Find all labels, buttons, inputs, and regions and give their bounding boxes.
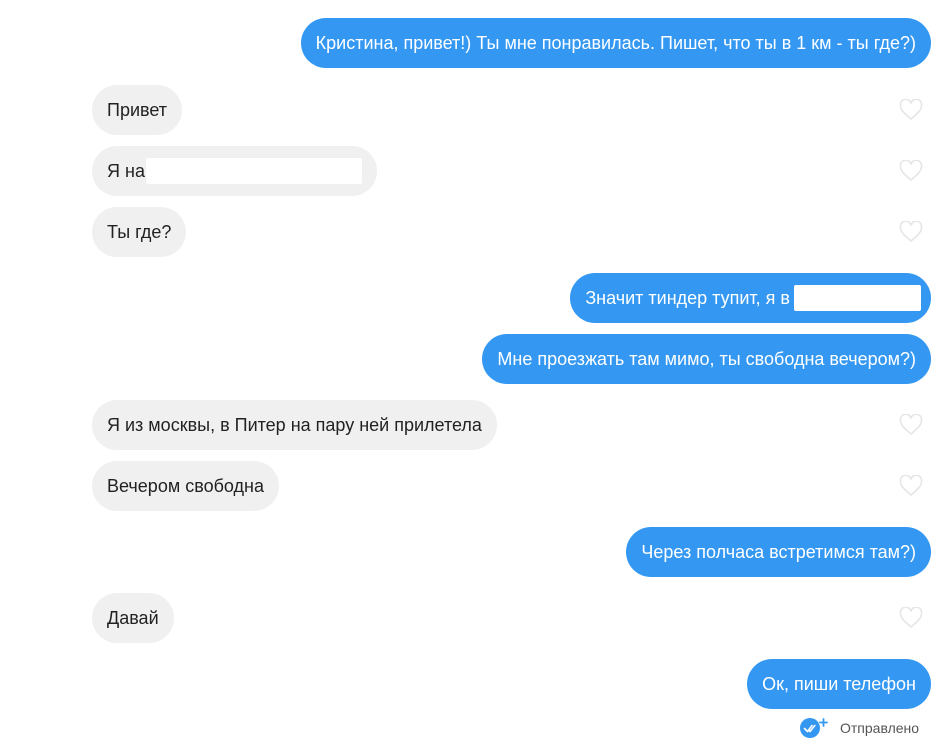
heart-icon[interactable] — [899, 221, 923, 243]
outgoing-message[interactable]: Значит тиндер тупит, я в — [570, 273, 931, 323]
heart-icon[interactable] — [899, 160, 923, 182]
status-label: Отправлено — [840, 720, 920, 736]
redacted-block — [794, 285, 921, 311]
incoming-message[interactable]: Привет — [92, 85, 183, 135]
incoming-message[interactable]: Ты где? — [92, 207, 187, 257]
outgoing-message[interactable]: Через полчаса встретимся там?) — [626, 527, 931, 577]
outgoing-message[interactable]: Кристина, привет!) Ты мне понравилась. П… — [300, 18, 931, 68]
message-text: Я на — [107, 160, 145, 181]
outgoing-message[interactable]: Мне проезжать там мимо, ты свободна вече… — [482, 334, 931, 384]
incoming-message[interactable]: Я из москвы, в Питер на пару ней прилете… — [92, 400, 497, 450]
message-text: Кристина, привет!) Ты мне понравилась. П… — [315, 32, 916, 53]
redacted-block — [145, 158, 362, 184]
heart-icon[interactable] — [899, 99, 923, 121]
heart-icon[interactable] — [899, 475, 923, 497]
incoming-message[interactable]: Я на — [92, 146, 377, 196]
message-text: Значит тиндер тупит, я в — [585, 287, 790, 308]
message-text: Через полчаса встретимся там?) — [641, 541, 916, 562]
delivery-status: Отправлено — [800, 717, 919, 739]
incoming-message[interactable]: Вечером свободна — [92, 461, 279, 511]
message-text: Я из москвы, в Питер на пару ней прилете… — [107, 414, 482, 435]
message-text: Вечером свободна — [107, 475, 264, 496]
heart-icon[interactable] — [899, 414, 923, 436]
message-text: Ок, пиши телефон — [762, 673, 916, 694]
chat-thread: Кристина, привет!) Ты мне понравилась. П… — [0, 0, 947, 745]
message-text: Ты где? — [107, 221, 172, 242]
message-text: Давай — [107, 607, 159, 628]
message-text: Мне проезжать там мимо, ты свободна вече… — [497, 348, 916, 369]
message-text: Привет — [107, 99, 168, 120]
outgoing-message[interactable]: Ок, пиши телефон — [747, 659, 931, 709]
heart-icon[interactable] — [899, 607, 923, 629]
incoming-message[interactable]: Давай — [92, 593, 174, 643]
double-check-icon — [800, 718, 828, 738]
